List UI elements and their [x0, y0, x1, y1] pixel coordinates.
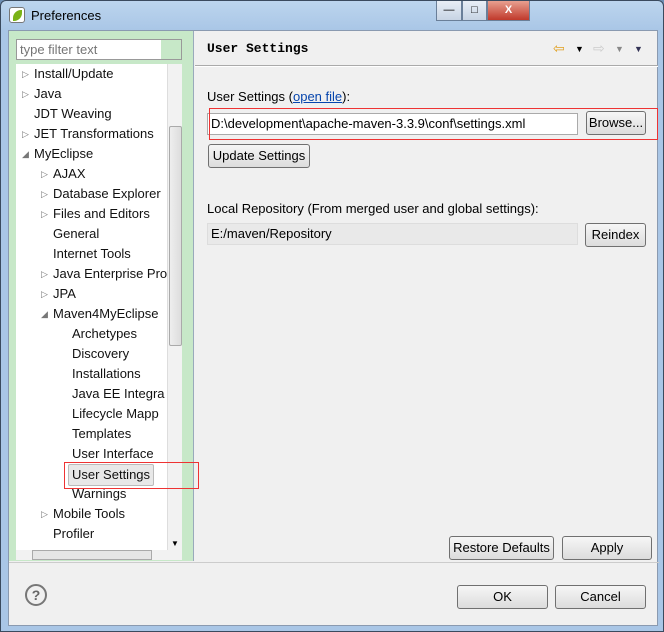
expand-arrow-icon[interactable]: ▷: [41, 504, 48, 524]
tree-item[interactable]: ▷ Database Explorer: [16, 184, 182, 204]
tree-item-label: Java EE Integra: [72, 386, 165, 401]
filter-input[interactable]: [16, 39, 182, 60]
tree-item[interactable]: Lifecycle Mapp: [16, 404, 182, 424]
local-repository-field: E:/maven/Repository: [207, 223, 578, 245]
tree-item[interactable]: Profiler: [16, 524, 182, 544]
back-arrow-icon[interactable]: ⇦: [553, 40, 565, 57]
apply-button[interactable]: Apply: [562, 536, 652, 560]
tree-item-label: Database Explorer: [53, 186, 161, 201]
tree-item[interactable]: User Settings: [16, 464, 182, 486]
tree-item-label: Lifecycle Mapp: [72, 406, 159, 421]
tree-item-label: JET Transformations: [34, 126, 154, 141]
page-title: User Settings: [207, 41, 309, 56]
tree-item-label: Installations: [72, 366, 141, 381]
tree-item[interactable]: Java EE Integra: [16, 384, 182, 404]
maximize-button[interactable]: □: [462, 1, 487, 21]
tree-item[interactable]: ▷ Java: [16, 84, 182, 104]
cancel-button[interactable]: Cancel: [555, 585, 646, 609]
scroll-down-icon[interactable]: ▼: [171, 539, 179, 548]
tree-item[interactable]: JDT Weaving: [16, 104, 182, 124]
minimize-button[interactable]: —: [436, 1, 462, 21]
forward-arrow-icon[interactable]: ⇨: [593, 40, 605, 57]
open-file-link[interactable]: open file: [293, 89, 342, 104]
expand-arrow-icon[interactable]: ▷: [41, 204, 48, 224]
tree-item[interactable]: ▷ Install/Update: [16, 64, 182, 84]
dialog-client: ▷ Install/Update ▷ Java JDT Weaving ▷ JET Tran…: [8, 30, 659, 626]
browse-button[interactable]: Browse...: [586, 111, 646, 135]
expand-arrow-icon[interactable]: ▷: [41, 264, 48, 284]
user-settings-label: User Settings (open file):: [207, 89, 351, 104]
tree-item[interactable]: ▷ JPA: [16, 284, 182, 304]
tree-item-label: Files and Editors: [53, 206, 150, 221]
expand-arrow-icon[interactable]: ▷: [41, 164, 48, 184]
tree-item-label: Profiler: [53, 526, 95, 541]
tree-item[interactable]: ▷ JET Transformations: [16, 124, 182, 144]
tree-item-label: General: [53, 226, 100, 241]
restore-defaults-button[interactable]: Restore Defaults: [449, 536, 554, 560]
navigation-pane: ▷ Install/Update ▷ Java JDT Weaving ▷ JET Tran…: [9, 31, 194, 561]
tree-item-label: Java Enterprise Pro: [53, 266, 168, 281]
tree-item-label: Warnings: [72, 486, 127, 501]
preferences-tree: ▷ Install/Update ▷ Java JDT Weaving ▷ JET Tran…: [16, 64, 182, 550]
clear-filter-icon[interactable]: [161, 40, 181, 59]
expand-arrow-icon[interactable]: ▷: [22, 64, 29, 84]
tree-item-label: User Settings: [68, 464, 155, 486]
expand-arrow-icon[interactable]: ▷: [22, 84, 29, 104]
tree-item[interactable]: Templates: [16, 424, 182, 444]
footer-divider: [9, 562, 659, 563]
reindex-button[interactable]: Reindex: [585, 223, 646, 247]
tree-item[interactable]: Warnings: [16, 484, 182, 504]
expand-arrow-icon[interactable]: ▷: [41, 184, 48, 204]
back-menu-icon[interactable]: ▼: [575, 44, 584, 54]
tree-item[interactable]: User Interface: [16, 444, 182, 464]
tree-item[interactable]: ◢ Maven4MyEclipse: [16, 304, 182, 324]
tree-item-label: JDT Weaving: [34, 106, 112, 121]
window-title: Preferences: [31, 8, 102, 23]
tree-vertical-scrollbar[interactable]: ▼: [167, 64, 182, 550]
myeclipse-app-icon: [9, 7, 25, 23]
tree-item-label: AJAX: [53, 166, 86, 181]
tree-item[interactable]: Archetypes: [16, 324, 182, 344]
collapse-arrow-icon[interactable]: ◢: [22, 144, 29, 164]
tree-item[interactable]: ▷ AJAX: [16, 164, 182, 184]
tree-horizontal-scrollbar[interactable]: [16, 550, 182, 560]
tree-item-label: MyEclipse: [34, 146, 94, 161]
tree-item-label: Java: [34, 86, 62, 101]
user-settings-field[interactable]: D:\development\apache-maven-3.3.9\conf\s…: [207, 113, 578, 135]
update-settings-button[interactable]: Update Settings: [208, 144, 310, 168]
tree-item-label: Maven4MyEclipse: [53, 306, 159, 321]
tree-item-label: Internet Tools: [53, 246, 131, 261]
tree-item[interactable]: Discovery: [16, 344, 182, 364]
tree-item-label: Install/Update: [34, 66, 114, 81]
tree-item[interactable]: General: [16, 224, 182, 244]
tree-item-label: User Interface: [72, 446, 154, 461]
expand-arrow-icon[interactable]: ▷: [41, 284, 48, 304]
scrollbar-thumb[interactable]: [169, 126, 182, 346]
header-divider: [195, 65, 658, 67]
settings-page: User Settings ⇦ ▼ ⇨ ▼ ▼ User Settings (o…: [195, 31, 658, 561]
tree-item[interactable]: ▷ Files and Editors: [16, 204, 182, 224]
forward-menu-icon[interactable]: ▼: [615, 44, 624, 54]
tree-item-label: Mobile Tools: [53, 506, 126, 521]
expand-arrow-icon[interactable]: ▷: [22, 124, 29, 144]
tree-item[interactable]: ◢ MyEclipse: [16, 144, 182, 164]
close-button[interactable]: X: [487, 1, 530, 21]
tree-item-label: Archetypes: [72, 326, 138, 341]
tree-item[interactable]: Installations: [16, 364, 182, 384]
tree-item-label: Templates: [72, 426, 132, 441]
tree-item[interactable]: Internet Tools: [16, 244, 182, 264]
preferences-window: Preferences — □ X ▷ Install/Update ▷ Java JD…: [0, 0, 664, 632]
tree-item-label: JPA: [53, 286, 76, 301]
help-icon[interactable]: ?: [25, 584, 47, 606]
tree-item-label: Discovery: [72, 346, 130, 361]
tree-item[interactable]: ▷ Mobile Tools: [16, 504, 182, 524]
view-menu-icon[interactable]: ▼: [634, 44, 643, 54]
ok-button[interactable]: OK: [457, 585, 548, 609]
collapse-arrow-icon[interactable]: ◢: [41, 304, 48, 324]
local-repository-label: Local Repository (From merged user and g…: [207, 201, 539, 216]
tree-item[interactable]: ▷ Java Enterprise Pro: [16, 264, 182, 284]
